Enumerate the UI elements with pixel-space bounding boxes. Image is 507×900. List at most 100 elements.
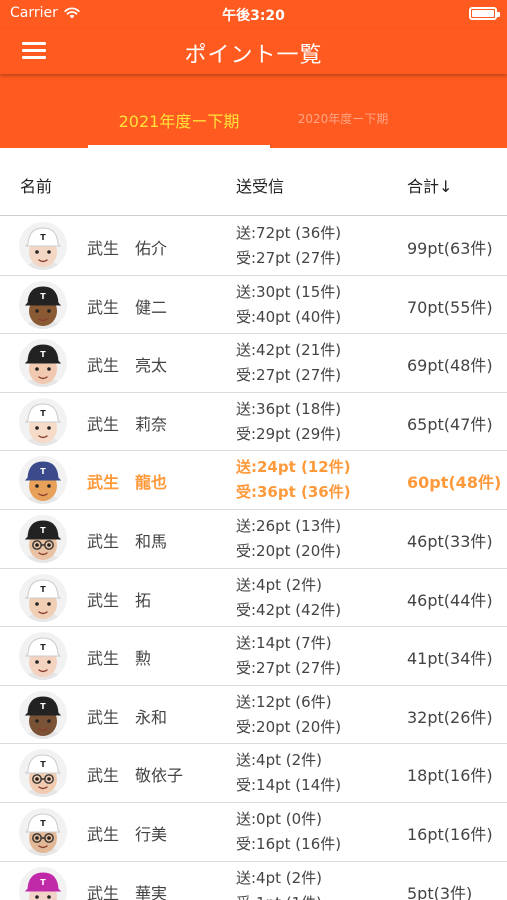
points-list: T 武生 佑介 送:72pt (36件) 受:27pt (27件) 99pt(63件) T…	[0, 217, 507, 900]
total-points: 46pt(44件)	[407, 590, 493, 610]
received-points: 受:27pt (27件)	[236, 366, 342, 385]
sent-points: 送:14pt (7件)	[236, 634, 332, 653]
table-row[interactable]: T 武生 和馬 送:26pt (13件) 受:20pt (20件) 46pt(33件)	[0, 509, 507, 569]
send-receive-cell: 送:4pt (2件) 受:1pt (1件)	[236, 866, 322, 900]
received-points: 受:20pt (20件)	[236, 717, 342, 736]
svg-text:T: T	[40, 526, 46, 535]
tab-label: 2021年度ー下期	[118, 112, 240, 131]
send-receive-cell: 送:12pt (6件) 受:20pt (20件)	[236, 690, 341, 740]
member-name: 武生 行美	[87, 824, 168, 844]
avatar: T	[19, 222, 67, 270]
total-points: 41pt(34件)	[407, 649, 493, 669]
sent-points: 送:42pt (21件)	[236, 341, 342, 360]
svg-text:T: T	[40, 760, 46, 769]
member-name: 武生 亮太	[87, 356, 168, 376]
avatar: T	[19, 280, 67, 329]
table-row[interactable]: T 武生 行美 送:0pt (0件) 受:16pt (16件) 16pt(16件)	[0, 802, 507, 862]
member-name: 武生 永和	[87, 707, 168, 727]
sent-points: 送:12pt (6件)	[236, 692, 332, 711]
sent-points: 送:4pt (2件)	[236, 868, 323, 887]
received-points: 受:27pt (27件)	[236, 249, 342, 267]
send-receive-cell: 送:26pt (13件) 受:20pt (20件)	[236, 514, 341, 564]
sent-points: 送:26pt (13件)	[236, 516, 342, 535]
received-points: 受:40pt (40件)	[236, 307, 342, 326]
svg-text:T: T	[40, 585, 46, 594]
send-receive-cell: 送:0pt (0件) 受:16pt (16件)	[236, 807, 341, 857]
svg-text:T: T	[40, 467, 46, 476]
sent-points: 送:30pt (15件)	[236, 282, 342, 301]
svg-text:T: T	[40, 878, 46, 887]
table-row[interactable]: T 武生 華実 送:4pt (2件) 受:1pt (1件) 5pt(3件)	[0, 861, 507, 900]
total-points: 70pt(55件)	[407, 297, 493, 317]
sent-points: 送:36pt (18件)	[236, 399, 342, 418]
member-name: 武生 拓	[87, 590, 152, 610]
avatar: T	[19, 514, 67, 563]
status-time: 午後3:20	[222, 8, 285, 24]
svg-text:T: T	[40, 292, 46, 301]
sent-points: 送:24pt (12件)	[236, 458, 351, 477]
send-receive-cell: 送:42pt (21件) 受:27pt (27件)	[236, 338, 341, 388]
total-points: 65pt(47件)	[407, 414, 493, 434]
received-points: 受:1pt (1件)	[236, 891, 322, 900]
sent-points: 送:72pt (36件)	[236, 224, 342, 242]
table-row[interactable]: T 武生 健二 送:30pt (15件) 受:40pt (40件) 70pt(55件)	[0, 275, 507, 335]
send-receive-cell: 送:14pt (7件) 受:27pt (27件)	[236, 631, 341, 681]
table-row[interactable]: T 武生 敬依子 送:4pt (2件) 受:14pt (14件) 18pt(16件)	[0, 744, 507, 803]
send-receive-cell: 送:4pt (2件) 受:14pt (14件)	[236, 748, 341, 798]
avatar: T	[19, 807, 67, 856]
member-name: 武生 華実	[87, 883, 168, 900]
avatar: T	[19, 339, 67, 388]
member-name: 武生 莉奈	[87, 414, 168, 434]
received-points: 受:36pt (36件)	[236, 483, 351, 502]
nav-bar: ポイント一覧	[0, 28, 507, 74]
total-points: 69pt(48件)	[407, 356, 493, 376]
svg-text:T: T	[40, 233, 46, 242]
table-row[interactable]: T 武生 永和 送:12pt (6件) 受:20pt (20件) 32pt(26件)	[0, 685, 507, 745]
table-row[interactable]: T 武生 莉奈 送:36pt (18件) 受:29pt (29件) 65pt(47件)	[0, 392, 507, 452]
member-name: 武生 勲	[87, 649, 152, 669]
member-name: 武生 和馬	[87, 531, 168, 551]
svg-text:T: T	[40, 350, 46, 359]
received-points: 受:29pt (29件)	[236, 424, 342, 443]
received-points: 受:16pt (16件)	[236, 834, 342, 853]
received-points: 受:20pt (20件)	[236, 541, 342, 560]
page-title: ポイント一覧	[184, 43, 323, 68]
send-receive-cell: 送:72pt (36件) 受:27pt (27件)	[236, 221, 341, 271]
total-points: 99pt(63件)	[407, 239, 493, 258]
table-row[interactable]: T 武生 龍也 送:24pt (12件) 受:36pt (36件) 60pt(48件)	[0, 451, 507, 510]
avatar: T	[19, 866, 67, 900]
total-points: 18pt(16件)	[407, 766, 493, 786]
avatar: T	[19, 456, 67, 505]
member-name: 武生 龍也	[87, 473, 168, 493]
total-points: 46pt(33件)	[407, 531, 493, 551]
avatar: T	[19, 632, 67, 681]
tab-label: 2020年度ー下期	[297, 112, 389, 126]
column-header-total-sort[interactable]: 合計↓	[407, 173, 452, 197]
battery-icon	[469, 7, 500, 20]
send-receive-cell: 送:4pt (2件) 受:42pt (42件)	[236, 573, 341, 623]
sent-points: 送:4pt (2件)	[236, 575, 323, 594]
table-header: 名前 送受信 合計↓	[0, 148, 507, 216]
received-points: 受:27pt (27件)	[236, 659, 342, 678]
member-name: 武生 健二	[87, 297, 168, 317]
table-row[interactable]: T 武生 亮太 送:42pt (21件) 受:27pt (27件) 69pt(48件)	[0, 334, 507, 393]
total-points: 32pt(26件)	[407, 707, 493, 727]
received-points: 受:14pt (14件)	[236, 776, 342, 795]
tab-2021-second-half[interactable]: 2021年度ー下期	[88, 74, 270, 148]
period-tab-bar: 2021年度ー下期 2020年度ー下期	[0, 74, 507, 148]
send-receive-cell: 送:24pt (12件) 受:36pt (36件)	[236, 455, 351, 505]
send-receive-cell: 送:30pt (15件) 受:40pt (40件)	[236, 280, 341, 330]
table-row[interactable]: T 武生 拓 送:4pt (2件) 受:42pt (42件) 46pt(44件)	[0, 568, 507, 628]
avatar: T	[19, 749, 67, 798]
total-points: 16pt(16件)	[407, 824, 493, 844]
status-bar: Carrier 午後3:20	[0, 0, 507, 28]
sent-points: 送:0pt (0件)	[236, 809, 323, 828]
tab-2020-second-half[interactable]: 2020年度ー下期	[278, 74, 408, 148]
avatar: T	[19, 690, 67, 739]
table-row[interactable]: T 武生 佑介 送:72pt (36件) 受:27pt (27件) 99pt(63件)	[0, 217, 507, 276]
member-name: 武生 佑介	[87, 239, 168, 258]
svg-text:T: T	[40, 409, 46, 418]
table-row[interactable]: T 武生 勲 送:14pt (7件) 受:27pt (27件) 41pt(34件)	[0, 627, 507, 686]
avatar: T	[19, 397, 67, 446]
avatar: T	[19, 573, 67, 622]
